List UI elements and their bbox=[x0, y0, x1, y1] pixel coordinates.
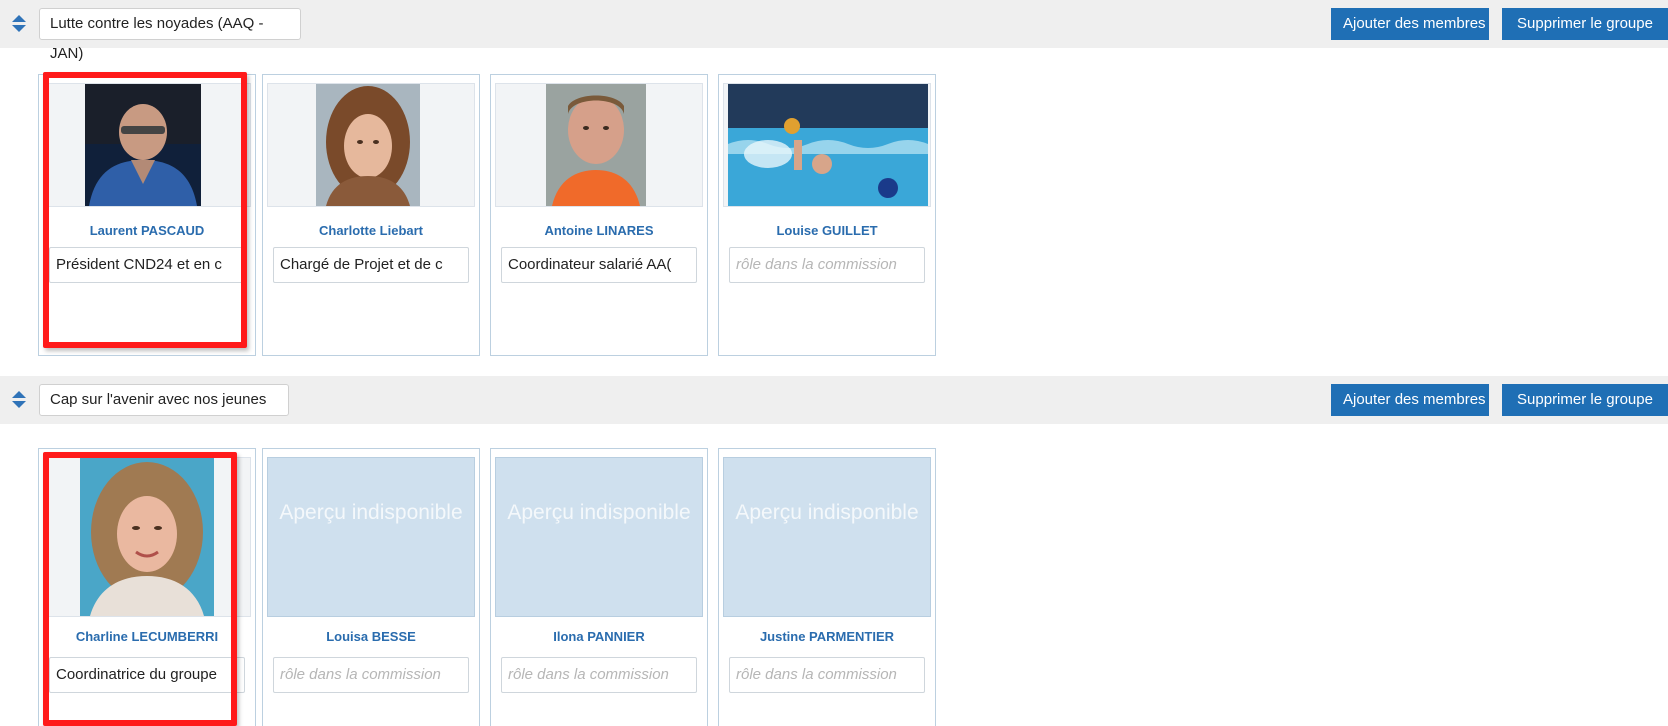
water-polo-photo-icon bbox=[728, 84, 928, 206]
role-input[interactable]: Chargé de Projet et de c bbox=[273, 247, 469, 283]
sort-handle-icon[interactable] bbox=[12, 15, 26, 33]
group-name-input[interactable]: Cap sur l'avenir avec nos jeunes bbox=[39, 384, 289, 416]
unavailable-preview-text: Aperçu indisponible bbox=[735, 501, 919, 524]
member-name[interactable]: Charlotte Liebart bbox=[263, 223, 479, 238]
member-name[interactable]: Louise GUILLET bbox=[719, 223, 935, 238]
role-input[interactable]: rôle dans la commission bbox=[501, 657, 697, 693]
man-photo-icon bbox=[546, 84, 646, 206]
member-card: Louise GUILLET rôle dans la commission bbox=[718, 74, 936, 356]
role-input[interactable]: rôle dans la commission bbox=[273, 657, 469, 693]
member-card: Antoine LINARES Coordinateur salarié AA( bbox=[490, 74, 708, 356]
add-members-button[interactable]: Ajouter des membres bbox=[1331, 8, 1489, 40]
member-photo-frame bbox=[495, 83, 703, 207]
group-header: Cap sur l'avenir avec nos jeunes Ajouter… bbox=[0, 376, 1668, 424]
unavailable-preview: Aperçu indisponible bbox=[495, 457, 703, 617]
unavailable-preview-text: Aperçu indisponible bbox=[507, 501, 691, 524]
unavailable-preview: Aperçu indisponible bbox=[723, 457, 931, 617]
role-input[interactable]: rôle dans la commission bbox=[729, 247, 925, 283]
member-photo-frame bbox=[723, 83, 931, 207]
member-name[interactable]: Justine PARMENTIER bbox=[719, 629, 935, 644]
delete-group-button[interactable]: Supprimer le groupe bbox=[1502, 384, 1668, 416]
group-name-input[interactable]: Lutte contre les noyades (AAQ -JAN) bbox=[39, 8, 301, 62]
add-members-button[interactable]: Ajouter des membres bbox=[1331, 384, 1489, 416]
role-input[interactable]: rôle dans la commission bbox=[729, 657, 925, 693]
unavailable-preview: Aperçu indisponible bbox=[267, 457, 475, 617]
delete-group-button[interactable]: Supprimer le groupe bbox=[1502, 8, 1668, 40]
sort-handle-icon[interactable] bbox=[12, 391, 26, 409]
unavailable-preview-text: Aperçu indisponible bbox=[279, 501, 463, 524]
member-photo-frame bbox=[267, 83, 475, 207]
member-card: Aperçu indisponible Louisa BESSE rôle da… bbox=[262, 448, 480, 726]
member-name[interactable]: Antoine LINARES bbox=[491, 223, 707, 238]
woman-photo-icon bbox=[316, 84, 420, 206]
highlight-box bbox=[43, 72, 247, 348]
member-card: Aperçu indisponible Justine PARMENTIER r… bbox=[718, 448, 936, 726]
role-input[interactable]: Coordinateur salarié AA( bbox=[501, 247, 697, 283]
group-header: Lutte contre les noyades (AAQ -JAN) Ajou… bbox=[0, 0, 1668, 62]
member-card: Aperçu indisponible Ilona PANNIER rôle d… bbox=[490, 448, 708, 726]
member-name[interactable]: Ilona PANNIER bbox=[491, 629, 707, 644]
member-name[interactable]: Louisa BESSE bbox=[263, 629, 479, 644]
member-card: Charlotte Liebart Chargé de Projet et de… bbox=[262, 74, 480, 356]
highlight-box bbox=[43, 452, 237, 726]
